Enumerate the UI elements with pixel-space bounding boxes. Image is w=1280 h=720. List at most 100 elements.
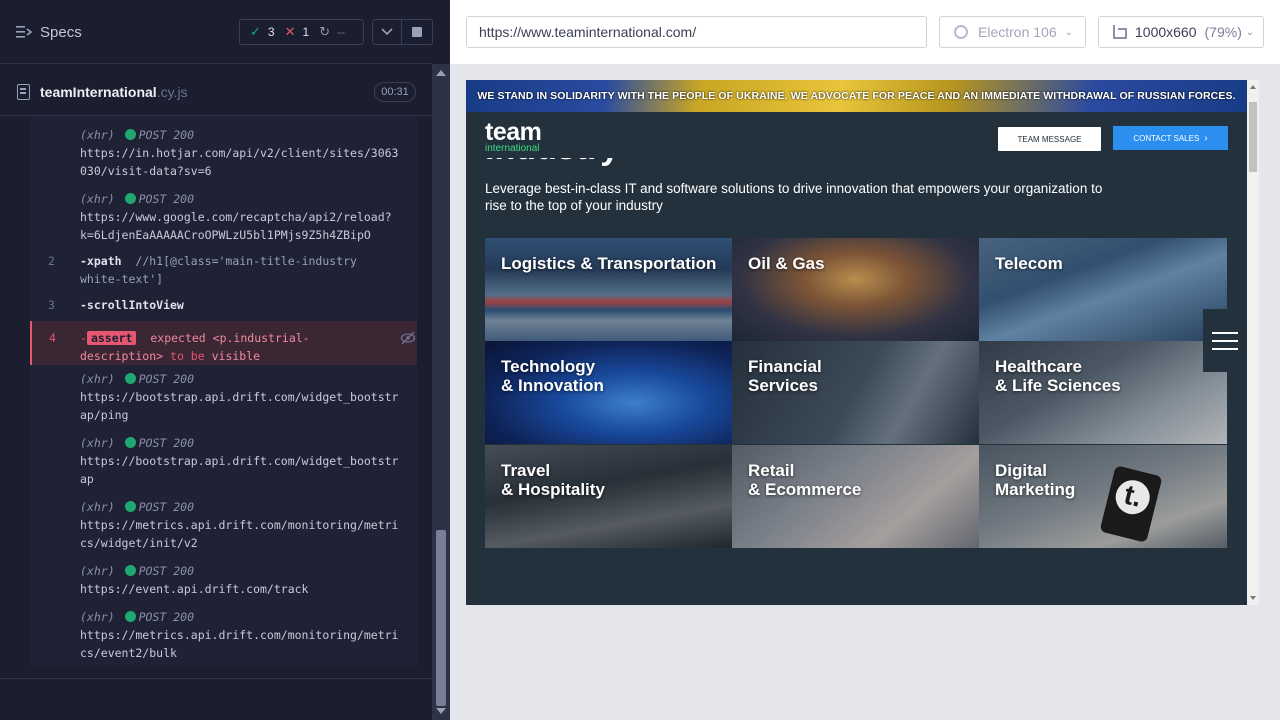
assert-badge: assert bbox=[86, 331, 137, 345]
xhr-method: POST 200 bbox=[138, 192, 195, 206]
xhr-url-line: ap bbox=[80, 472, 94, 486]
xhr-label: (xhr) bbox=[80, 128, 115, 142]
check-icon: ✓ bbox=[250, 24, 261, 39]
command-xhr[interactable]: (xhr) POST 200 https://metrics.api.drift.… bbox=[30, 603, 417, 667]
xhr-url-line: https://event.api.drift.com/track bbox=[80, 582, 309, 596]
success-dot-icon bbox=[124, 611, 136, 622]
pending-stat: ↻ -- bbox=[319, 24, 345, 40]
chevron-down-icon: ⌄ bbox=[1064, 26, 1073, 38]
toggle-auto-scroll-button[interactable] bbox=[372, 19, 402, 45]
command-xhr[interactable]: (xhr) POST 200 https://bootstrap.api.drif… bbox=[30, 429, 417, 493]
scroll-up-icon[interactable] bbox=[1250, 85, 1256, 89]
reporter-footer-divider bbox=[0, 678, 432, 679]
t-logo: t. bbox=[1112, 476, 1154, 518]
viewport-selector[interactable]: 1000x660 (79%) ⌄ bbox=[1098, 16, 1264, 48]
tile-label: Technology & Innovation bbox=[501, 357, 604, 395]
command-xhr[interactable]: (xhr) POST 200 https://in.hotjar.com/api/… bbox=[30, 116, 417, 180]
tile-travel[interactable]: Travel & Hospitality bbox=[485, 445, 732, 548]
xhr-url-line: ap/ping bbox=[80, 408, 129, 422]
xhr-method: POST 200 bbox=[138, 128, 195, 142]
command-xhr[interactable]: (xhr) POST 200 https://metrics.api.drift.… bbox=[30, 493, 417, 557]
browser-selector[interactable]: Electron 106 ⌄ bbox=[939, 16, 1086, 48]
success-dot-icon bbox=[124, 373, 136, 384]
tile-oil-gas[interactable]: Oil & Gas bbox=[732, 238, 979, 341]
chevron-down-icon: ⌄ bbox=[1245, 26, 1255, 38]
command-name: -scrollIntoView bbox=[80, 298, 184, 312]
url-bar[interactable]: https://www.teaminternational.com/ bbox=[466, 16, 927, 48]
xhr-label: (xhr) bbox=[80, 610, 115, 624]
tile-financial[interactable]: Financial Services bbox=[732, 341, 979, 444]
spec-header: teamInternational.cy.js 00:31 bbox=[0, 64, 432, 116]
tile-digital-marketing[interactable]: t. Digital Marketing bbox=[979, 445, 1227, 548]
command-xhr[interactable]: (xhr) POST 200 https://www.google.com/rec… bbox=[30, 180, 417, 244]
xhr-url-line: https://metrics.api.drift.com/monitoring… bbox=[80, 628, 399, 642]
scrollbar-thumb[interactable] bbox=[436, 530, 446, 706]
tile-technology[interactable]: Technology & Innovation bbox=[485, 341, 732, 444]
aut-scrollbar[interactable] bbox=[1247, 80, 1259, 605]
electron-icon bbox=[954, 25, 968, 39]
xhr-label: (xhr) bbox=[80, 436, 115, 450]
reporter-scrollbar[interactable] bbox=[432, 64, 450, 720]
tile-label: Telecom bbox=[995, 254, 1063, 273]
assert-message: expected <p.industrial- bbox=[150, 331, 310, 345]
tile-logistics[interactable]: Logistics & Transportation bbox=[485, 238, 732, 341]
logo-text-international: international bbox=[485, 143, 540, 154]
browser-label: Electron 106 bbox=[978, 24, 1057, 40]
pending-icon: ↻ bbox=[319, 24, 331, 39]
aut-toolbar: https://www.teaminternational.com/ Elect… bbox=[450, 0, 1280, 64]
file-icon bbox=[17, 84, 30, 100]
command-xpath[interactable]: 2 -xpath //h1[@class='main-title-industr… bbox=[30, 244, 417, 288]
tile-telecom[interactable]: Telecom bbox=[979, 238, 1227, 341]
xhr-label: (xhr) bbox=[80, 372, 115, 386]
command-number: 4 bbox=[49, 331, 56, 345]
app-under-test-frame: WE STAND IN SOLIDARITY WITH THE PEOPLE O… bbox=[466, 80, 1247, 605]
assert-subject: description> bbox=[80, 349, 164, 363]
xhr-method: POST 200 bbox=[138, 564, 195, 578]
success-dot-icon bbox=[124, 501, 136, 512]
xhr-url-line: https://in.hotjar.com/api/v2/client/site… bbox=[80, 146, 399, 160]
viewport-resize-icon bbox=[1113, 25, 1127, 39]
logo-text-team: team bbox=[485, 118, 542, 146]
stop-button[interactable] bbox=[401, 19, 433, 45]
industry-tiles-grid: Logistics & Transportation Oil & Gas Tel… bbox=[485, 238, 1227, 548]
xhr-method: POST 200 bbox=[138, 436, 195, 450]
tile-retail[interactable]: Retail & Ecommerce bbox=[732, 445, 979, 548]
command-arg: //h1[@class='main-title-industry bbox=[135, 254, 357, 268]
contact-sales-label: CONTACT SALES bbox=[1133, 133, 1200, 143]
command-xhr[interactable]: (xhr) POST 200 https://bootstrap.api.drif… bbox=[30, 365, 417, 429]
command-assert-failed[interactable]: 4 - assert expected <p.industrial- descri… bbox=[30, 321, 417, 365]
assert-expected: visible bbox=[211, 349, 261, 363]
scrollbar-thumb[interactable] bbox=[1249, 102, 1257, 172]
command-xhr[interactable]: (xhr) POST 200 https://event.api.drift.co… bbox=[30, 557, 417, 603]
scroll-down-icon[interactable] bbox=[1250, 596, 1256, 600]
specs-label[interactable]: Specs bbox=[40, 24, 82, 41]
pending-count: -- bbox=[337, 25, 346, 39]
spec-filename[interactable]: teamInternational.cy.js bbox=[40, 84, 188, 100]
contact-sales-button[interactable]: CONTACT SALES › bbox=[1113, 126, 1228, 150]
hamburger-menu-button[interactable] bbox=[1203, 309, 1247, 372]
stop-icon bbox=[412, 27, 422, 37]
success-dot-icon bbox=[124, 437, 136, 448]
tile-label: Retail & Ecommerce bbox=[748, 461, 862, 499]
xhr-label: (xhr) bbox=[80, 500, 115, 514]
xhr-url-line: https://bootstrap.api.drift.com/widget_b… bbox=[80, 390, 399, 404]
command-scroll-into-view[interactable]: 3 -scrollIntoView bbox=[30, 288, 417, 321]
command-name: -xpath bbox=[80, 254, 122, 268]
scroll-down-icon[interactable] bbox=[436, 708, 446, 714]
chevron-down-icon bbox=[381, 28, 393, 36]
team-international-logo[interactable]: team international bbox=[485, 118, 565, 155]
tile-label: Financial Services bbox=[748, 357, 822, 395]
spec-extension: .cy.js bbox=[156, 84, 188, 100]
team-message-button[interactable]: TEAM MESSAGE bbox=[998, 127, 1101, 151]
command-number: 3 bbox=[48, 298, 55, 312]
scroll-up-icon[interactable] bbox=[436, 70, 446, 76]
ukraine-banner: WE STAND IN SOLIDARITY WITH THE PEOPLE O… bbox=[466, 80, 1247, 112]
command-log: (xhr) POST 200 https://in.hotjar.com/api/… bbox=[30, 116, 417, 667]
xhr-url-line: cs/widget/init/v2 bbox=[80, 536, 198, 550]
tile-label: Travel & Hospitality bbox=[501, 461, 605, 499]
specs-list-icon[interactable] bbox=[16, 25, 32, 39]
tile-label: Digital Marketing bbox=[995, 461, 1076, 499]
viewport-scale: (79%) bbox=[1204, 24, 1242, 40]
tile-healthcare[interactable]: Healthcare & Life Sciences bbox=[979, 341, 1227, 444]
xhr-url-line: 030/visit-data?sv=6 bbox=[80, 164, 212, 178]
